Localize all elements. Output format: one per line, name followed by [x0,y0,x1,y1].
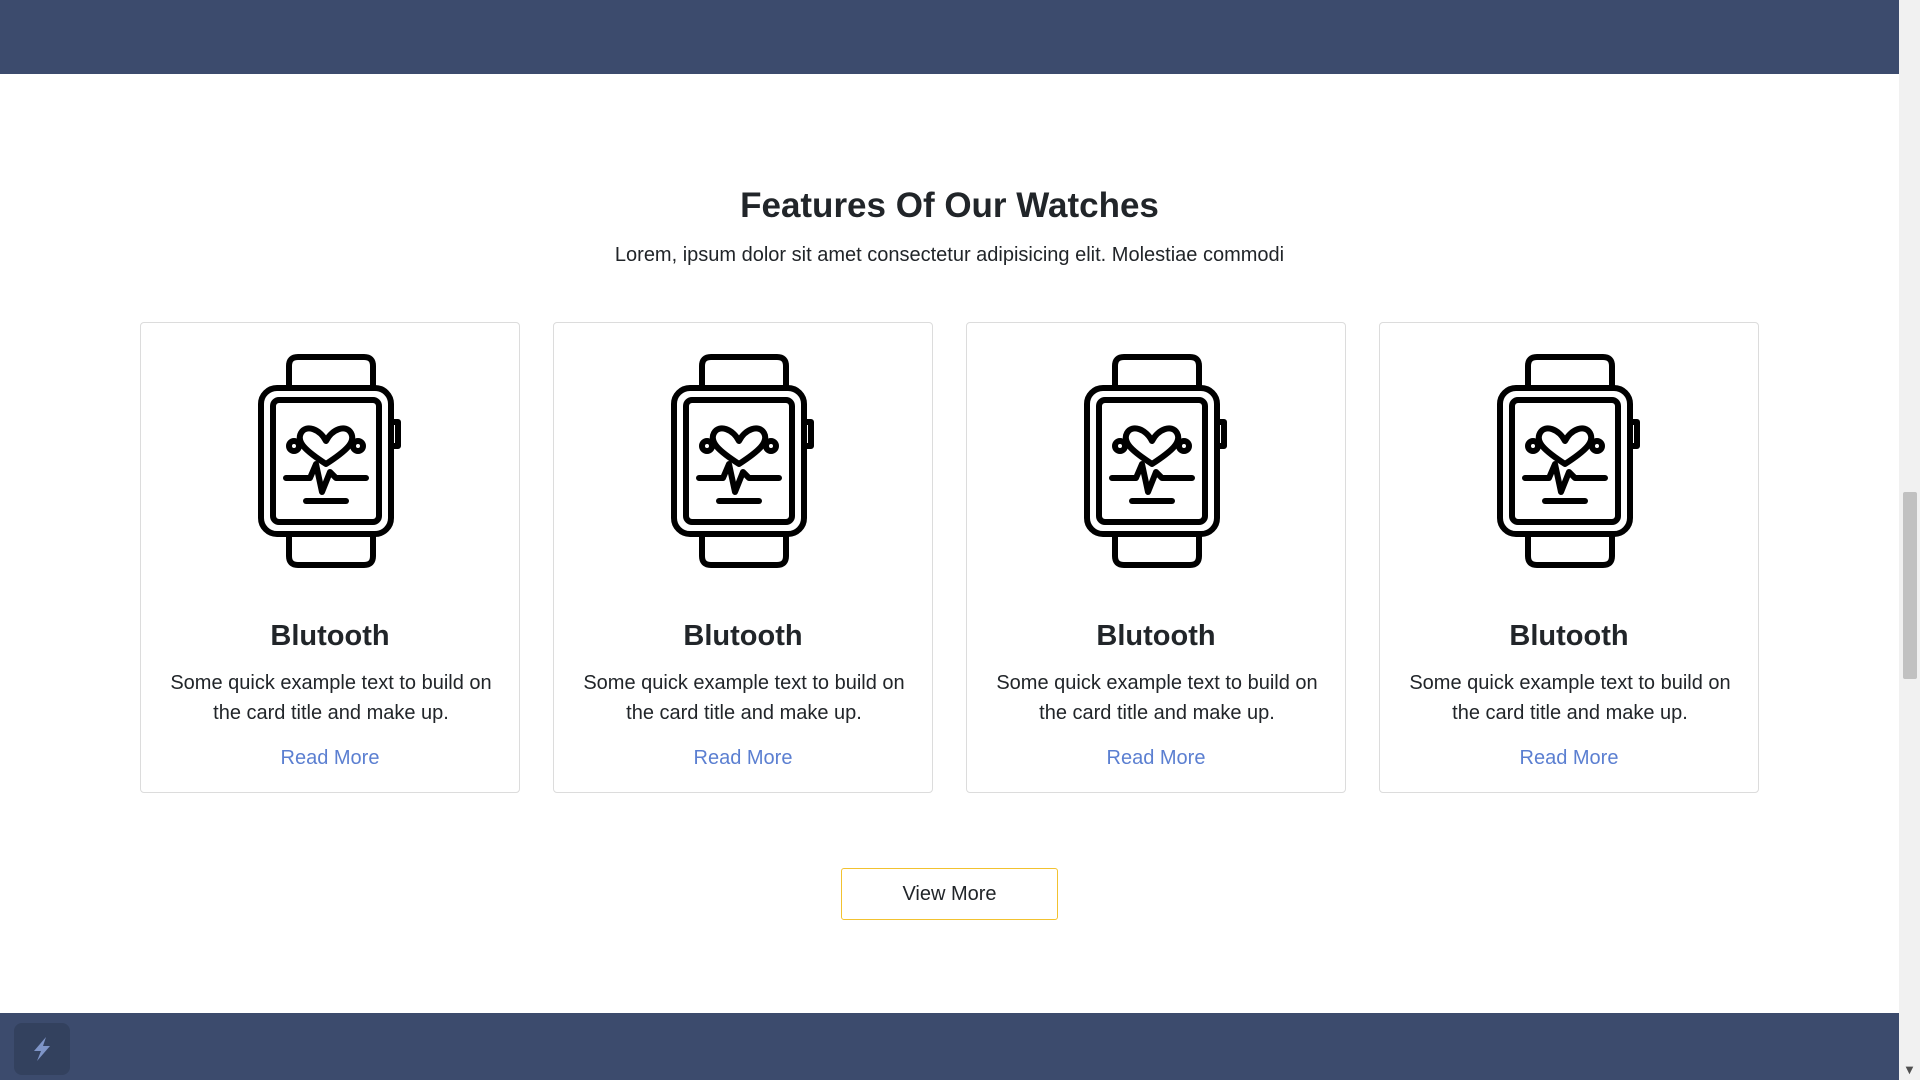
card-text: Some quick example text to build on the … [996,672,1318,724]
vertical-scrollbar[interactable]: ▼ [1899,0,1920,1080]
read-more-link[interactable]: Read More [967,747,1345,770]
feature-card: Blutooth Some quick example text to buil… [1379,322,1759,793]
lightning-logo-icon [34,1037,50,1061]
card-title: Blutooth [1509,620,1629,652]
smartwatch-heart-rate-icon [258,354,401,568]
floating-widget-button[interactable] [14,1023,70,1075]
card-text: Some quick example text to build on the … [583,672,905,724]
page: Features Of Our Watches Lorem, ipsum dol… [0,0,1899,1080]
feature-card: Blutooth Some quick example text to buil… [140,322,520,793]
bottom-section-band [0,1013,1899,1080]
scrollbar-thumb[interactable] [1903,492,1917,679]
card-text: Some quick example text to build on the … [1409,672,1731,724]
card-title: Blutooth [1096,620,1216,652]
read-more-link[interactable]: Read More [1380,747,1758,770]
read-more-link[interactable]: Read More [141,747,519,770]
smartwatch-heart-rate-icon [671,354,814,568]
section-title: Features Of Our Watches [740,186,1159,225]
feature-card: Blutooth Some quick example text to buil… [553,322,933,793]
smartwatch-heart-rate-icon [1497,354,1640,568]
top-section-band [0,0,1899,74]
feature-cards: Blutooth Some quick example text to buil… [140,322,1760,795]
section-subtitle: Lorem, ipsum dolor sit amet consectetur … [614,244,1285,266]
view-more-button[interactable]: View More [841,868,1058,920]
feature-card: Blutooth Some quick example text to buil… [966,322,1346,793]
card-title: Blutooth [270,620,390,652]
smartwatch-heart-rate-icon [1084,354,1227,568]
card-title: Blutooth [683,620,803,652]
read-more-link[interactable]: Read More [554,747,932,770]
card-text: Some quick example text to build on the … [170,672,492,724]
scroll-down-arrow-icon[interactable]: ▼ [1899,1062,1920,1080]
